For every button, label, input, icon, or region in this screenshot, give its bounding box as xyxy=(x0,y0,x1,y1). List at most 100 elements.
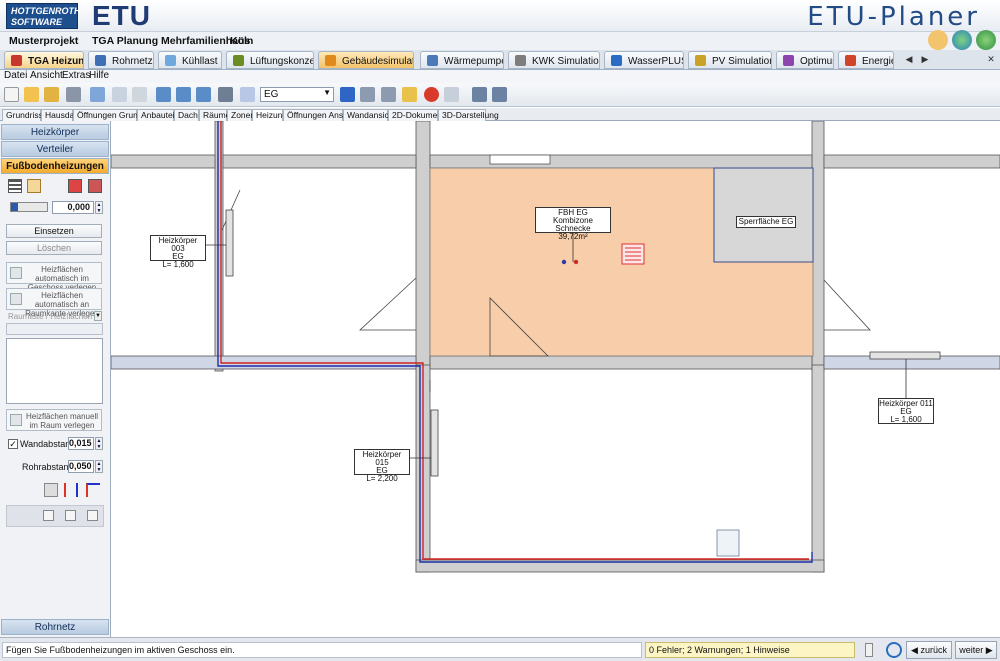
fbh-label[interactable]: FBH EG Kombizone Schnecke 39,72m² xyxy=(535,207,611,241)
section-heizkoerper[interactable]: Heizkörper xyxy=(1,124,109,140)
zoom-in-icon[interactable] xyxy=(176,87,191,102)
layer-up-icon[interactable] xyxy=(360,87,375,102)
module-tab-9[interactable]: Optimus xyxy=(776,51,834,69)
floor-select[interactable]: EG ▼ xyxy=(260,87,334,102)
swap-icon[interactable] xyxy=(444,87,459,102)
module-tab-1[interactable]: Rohrnetz xyxy=(88,51,154,69)
module-tab-2[interactable]: Kühllast xyxy=(158,51,222,69)
module-tab-5[interactable]: Wärmepumpe xyxy=(420,51,504,69)
tabs-scroll-right-icon[interactable]: ▶ xyxy=(918,52,932,66)
pipe-route-icon[interactable] xyxy=(86,483,100,497)
view-tab-10[interactable]: 2D-Dokumente xyxy=(388,109,449,121)
view-tab-2[interactable]: Öffnungen Grundriss xyxy=(73,109,156,121)
room-list-box[interactable] xyxy=(6,338,103,404)
forward-icon[interactable] xyxy=(340,87,355,102)
refresh-icon[interactable] xyxy=(886,642,902,658)
wall-distance-checkbox[interactable]: ✓ xyxy=(8,439,18,449)
layer-manager-icon[interactable] xyxy=(402,87,417,102)
scroll-icon[interactable] xyxy=(865,643,873,657)
dimension-icon[interactable] xyxy=(492,87,507,102)
copy-icon[interactable] xyxy=(132,87,147,102)
stop-icon[interactable] xyxy=(424,87,439,102)
section-rohrnetz[interactable]: Rohrnetz xyxy=(1,619,109,635)
view-tab-11[interactable]: 3D-Darstellung xyxy=(438,109,499,121)
restricted-label[interactable]: Sperrfläche EG xyxy=(736,216,796,228)
open-folder-icon[interactable] xyxy=(24,87,39,102)
offset-spinner[interactable]: ▲ ▼ xyxy=(95,201,103,214)
radiator-011[interactable] xyxy=(869,351,941,360)
fbh-zone-icon[interactable] xyxy=(68,179,82,193)
auto-floor-button[interactable]: Heizflächen automatisch im Geschoss verl… xyxy=(6,262,102,292)
radiator-011-label[interactable]: Heizkörper 011 EG L= 1,600 xyxy=(878,398,934,424)
offset-slider-icon[interactable] xyxy=(10,202,48,212)
section-fussbodenheizungen[interactable]: Fußbodenheizungen xyxy=(1,158,109,174)
radiator-015[interactable] xyxy=(430,409,439,477)
list-dropdown-button[interactable]: ▼ xyxy=(94,311,102,321)
view-tab-1[interactable]: Hausdaten xyxy=(41,109,86,121)
pipe-distance-field[interactable]: 0,050 xyxy=(68,460,94,473)
supply-return-icon[interactable] xyxy=(64,483,78,497)
module-tab-7[interactable]: WasserPLUS xyxy=(604,51,684,69)
close-icon[interactable]: ✕ xyxy=(984,52,998,66)
radiator-003[interactable] xyxy=(225,209,234,277)
wall-distance-spinner[interactable]: ▲ ▼ xyxy=(95,437,103,450)
fbh-area-icon[interactable] xyxy=(88,179,102,193)
globe-icon[interactable] xyxy=(952,30,972,50)
print-icon[interactable] xyxy=(66,87,81,102)
floor-plan-canvas[interactable]: FBH EG Kombizone Schnecke 39,72m² Sperrf… xyxy=(111,121,1000,637)
wall-distance-field[interactable]: 0,015 xyxy=(68,437,94,450)
insert-button[interactable]: Einsetzen xyxy=(6,224,102,238)
module-tab-4[interactable]: Gebäudesimulation xyxy=(318,51,414,69)
module-tab-8[interactable]: PV Simulation xyxy=(688,51,772,69)
auto-edge-button[interactable]: Heizflächen automatisch an Raumkante ver… xyxy=(6,288,102,318)
menu-extras[interactable]: Extras xyxy=(62,70,90,81)
view-tab-5[interactable]: Räume xyxy=(199,109,230,121)
pipe-connect-icon[interactable] xyxy=(44,483,58,497)
add-icon[interactable] xyxy=(43,510,54,521)
menu-datei[interactable]: Datei xyxy=(4,70,27,81)
sparkle-icon[interactable] xyxy=(240,87,255,102)
next-button[interactable]: weiter ▶ xyxy=(955,641,997,659)
restricted-area[interactable] xyxy=(713,167,814,263)
radiator-015-label[interactable]: Heizkörper 015 EG L= 2,200 xyxy=(354,449,410,483)
tabs-scroll-left-icon[interactable]: ◀ xyxy=(902,52,916,66)
manual-button[interactable]: Heizflächen manuell im Raum verlegen xyxy=(6,409,102,431)
fbh-meander-icon[interactable] xyxy=(27,179,41,193)
zoom-out-icon[interactable] xyxy=(196,87,211,102)
snap-icon[interactable] xyxy=(218,87,233,102)
save-icon[interactable] xyxy=(44,87,59,102)
power-icon[interactable] xyxy=(976,30,996,50)
status-warnings[interactable]: 0 Fehler; 2 Warnungen; 1 Hinweise xyxy=(645,642,855,658)
view-tab-4[interactable]: Dach xyxy=(174,109,199,121)
view-tab-9[interactable]: Wandansicht xyxy=(343,109,396,121)
back-button[interactable]: ◀ zurück xyxy=(906,641,952,659)
radiator-003-label[interactable]: Heizkörper 003 EG L= 1,600 xyxy=(150,235,206,269)
user-icon[interactable] xyxy=(928,30,948,50)
axis-icon[interactable] xyxy=(472,87,487,102)
remove-icon[interactable] xyxy=(65,510,76,521)
zoom-window-icon[interactable] xyxy=(156,87,171,102)
view-tab-8[interactable]: Öffnungen Ansicht xyxy=(283,109,356,121)
module-tab-10[interactable]: Energieb xyxy=(838,51,894,69)
layer-down-icon[interactable] xyxy=(381,87,396,102)
delete-button[interactable]: Löschen xyxy=(6,241,102,255)
floor-plan[interactable] xyxy=(111,121,1000,637)
distributor-icon[interactable] xyxy=(716,529,740,557)
view-tab-0[interactable]: Grundriss xyxy=(2,109,43,121)
redo-icon[interactable] xyxy=(112,87,127,102)
fbh-spiral-icon[interactable] xyxy=(8,179,22,193)
module-tab-6[interactable]: KWK Simulation xyxy=(508,51,600,69)
edit-icon[interactable] xyxy=(87,510,98,521)
offset-field[interactable]: 0,000 xyxy=(52,201,94,214)
pipe-distance-spinner[interactable]: ▲ ▼ xyxy=(95,460,103,473)
menu-ansicht[interactable]: Ansicht xyxy=(30,70,63,81)
view-tab-6[interactable]: Zonen xyxy=(227,109,255,121)
module-tab-0[interactable]: TGA Heizung xyxy=(4,51,84,69)
room-list-combo[interactable] xyxy=(6,323,103,335)
module-tab-3[interactable]: Lüftungskonzept xyxy=(226,51,314,69)
section-verteiler[interactable]: Verteiler xyxy=(1,141,109,157)
view-tab-3[interactable]: Anbauteile xyxy=(137,109,181,121)
undo-icon[interactable] xyxy=(90,87,105,102)
new-file-icon[interactable] xyxy=(4,87,19,102)
menu-hilfe[interactable]: Hilfe xyxy=(89,70,109,81)
